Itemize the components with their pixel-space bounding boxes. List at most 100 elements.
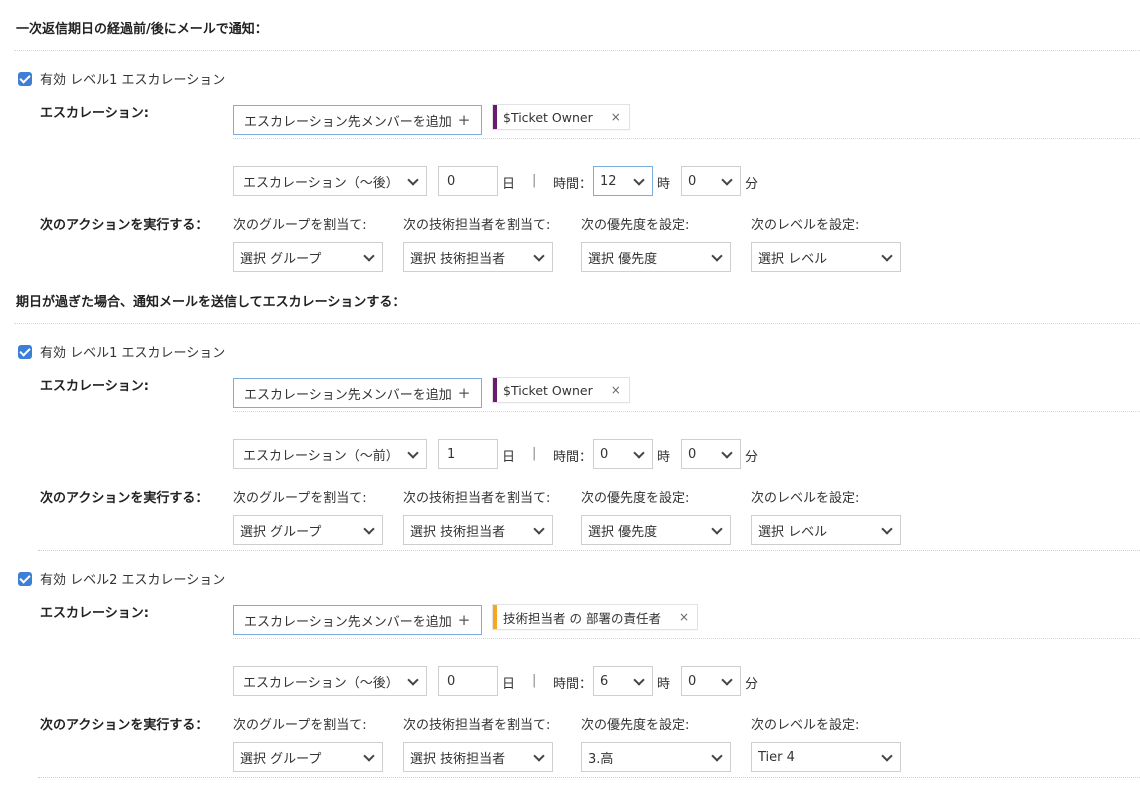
chevron-down-icon	[363, 750, 375, 762]
days-input[interactable]: 0	[438, 666, 498, 696]
action-select-value: 選択 レベル	[758, 524, 828, 540]
separator: |	[532, 446, 537, 461]
chevron-down-icon	[407, 174, 419, 186]
action-select[interactable]: 選択 グループ	[233, 242, 383, 272]
close-icon[interactable]: ×	[679, 610, 689, 624]
chevron-down-icon	[407, 447, 419, 459]
chevron-down-icon	[363, 250, 375, 262]
section-title: 一次返信期日の経過前/後にメールで通知：	[16, 22, 268, 37]
time-label: 時間：	[553, 677, 593, 692]
escalation-member-chip: 技術担当者 の 部署の責任者 ×	[492, 604, 699, 630]
action-select[interactable]: 選択 優先度	[581, 242, 731, 272]
add-member-button[interactable]: エスカレーション先メンバーを追加 +	[233, 605, 482, 635]
separator: |	[532, 673, 537, 688]
minute-unit-label: 分	[745, 677, 759, 692]
chevron-down-icon	[721, 447, 733, 459]
minute-value: 0	[688, 173, 697, 189]
chevron-down-icon	[881, 523, 893, 535]
escalation-timing-value: エスカレーション（〜後）	[243, 675, 399, 691]
minute-select[interactable]: 0	[681, 666, 741, 696]
level-enable-label: 有効 レベル2 エスカレーション	[40, 573, 226, 588]
action-select[interactable]: 選択 レベル	[751, 515, 901, 545]
hour-select[interactable]: 12	[593, 166, 653, 196]
action-select-value: 選択 グループ	[240, 251, 322, 267]
hour-select[interactable]: 6	[593, 666, 653, 696]
time-label: 時間：	[553, 177, 593, 192]
action-field-label: 次のレベルを設定:	[751, 718, 860, 733]
action-select[interactable]: 選択 レベル	[751, 242, 901, 272]
escalation-timing-select[interactable]: エスカレーション（〜後）	[233, 166, 427, 196]
section-title: 期日が過ぎた場合、通知メールを送信してエスカレーションする：	[16, 295, 406, 310]
hour-unit-label: 時	[657, 450, 671, 465]
plus-icon: +	[457, 111, 471, 129]
escalation-timing-value: エスカレーション（〜前）	[243, 448, 399, 464]
plus-icon: +	[457, 611, 471, 629]
action-label: 次のアクションを実行する：	[40, 491, 209, 506]
escalation-divider	[233, 638, 1140, 639]
add-member-button[interactable]: エスカレーション先メンバーを追加 +	[233, 378, 482, 408]
hour-select[interactable]: 0	[593, 439, 653, 469]
action-select-value: 選択 技術担当者	[410, 251, 506, 267]
level-enable-checkbox[interactable]: 有効 レベル1 エスカレーション	[18, 342, 225, 361]
action-label: 次のアクションを実行する：	[40, 218, 209, 233]
escalation-timing-select[interactable]: エスカレーション（〜前）	[233, 439, 427, 469]
check-icon[interactable]	[18, 71, 32, 86]
action-field-label: 次の技術担当者を割当て:	[403, 218, 551, 233]
action-select[interactable]: 選択 技術担当者	[403, 515, 553, 545]
chevron-down-icon	[711, 750, 723, 762]
days-input[interactable]: 0	[438, 166, 498, 196]
action-select[interactable]: 選択 グループ	[233, 742, 383, 772]
time-label: 時間：	[553, 450, 593, 465]
action-label: 次のアクションを実行する：	[40, 718, 209, 733]
minute-value: 0	[688, 673, 697, 689]
action-field-label: 次のグループを割当て:	[233, 218, 367, 233]
minute-select[interactable]: 0	[681, 166, 741, 196]
chevron-down-icon	[533, 750, 545, 762]
chip-color-bar	[493, 605, 497, 629]
check-icon[interactable]	[18, 344, 32, 359]
action-field-label: 次の優先度を設定:	[581, 218, 690, 233]
day-unit-label: 日	[502, 677, 516, 692]
level-divider	[38, 777, 1140, 778]
hour-value: 0	[600, 446, 609, 462]
action-select[interactable]: 選択 グループ	[233, 515, 383, 545]
hour-value: 6	[600, 673, 609, 689]
escalation-timing-select[interactable]: エスカレーション（〜後）	[233, 666, 427, 696]
separator: |	[532, 173, 537, 188]
chip-color-bar	[493, 378, 497, 402]
minute-select[interactable]: 0	[681, 439, 741, 469]
days-value: 1	[447, 446, 456, 462]
level-enable-label: 有効 レベル1 エスカレーション	[40, 346, 226, 361]
close-icon[interactable]: ×	[611, 110, 621, 124]
action-select-value: 選択 レベル	[758, 251, 828, 267]
action-field-label: 次の優先度を設定:	[581, 491, 690, 506]
action-select-value: 選択 優先度	[588, 524, 658, 540]
action-select[interactable]: 選択 優先度	[581, 515, 731, 545]
action-select-value: 3.高	[588, 751, 614, 767]
action-field-label: 次のグループを割当て:	[233, 718, 367, 733]
section-divider	[14, 50, 1140, 51]
days-input[interactable]: 1	[438, 439, 498, 469]
action-select[interactable]: Tier 4	[751, 742, 901, 772]
add-member-button[interactable]: エスカレーション先メンバーを追加 +	[233, 105, 482, 135]
chevron-down-icon	[633, 174, 645, 186]
escalation-timing-value: エスカレーション（〜後）	[243, 175, 399, 191]
escalation-label: エスカレーション:	[40, 606, 149, 621]
level-enable-checkbox[interactable]: 有効 レベル1 エスカレーション	[18, 69, 225, 88]
action-select-value: 選択 グループ	[240, 751, 322, 767]
level-enable-label: 有効 レベル1 エスカレーション	[40, 73, 226, 88]
escalation-divider	[233, 411, 1140, 412]
hour-unit-label: 時	[657, 177, 671, 192]
chip-text: $Ticket Owner	[503, 109, 593, 125]
action-field-label: 次のレベルを設定:	[751, 218, 860, 233]
action-select[interactable]: 選択 技術担当者	[403, 242, 553, 272]
level-enable-checkbox[interactable]: 有効 レベル2 エスカレーション	[18, 569, 225, 588]
escalation-member-chip: $Ticket Owner ×	[492, 377, 630, 403]
action-select[interactable]: 選択 技術担当者	[403, 742, 553, 772]
chevron-down-icon	[407, 674, 419, 686]
check-icon[interactable]	[18, 571, 32, 586]
close-icon[interactable]: ×	[611, 383, 621, 397]
chevron-down-icon	[881, 250, 893, 262]
action-select[interactable]: 3.高	[581, 742, 731, 772]
chevron-down-icon	[363, 523, 375, 535]
